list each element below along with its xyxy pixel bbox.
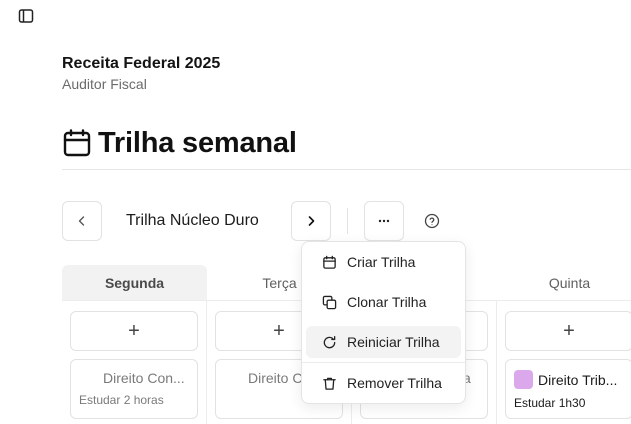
sidebar-toggle-button[interactable] <box>18 8 34 24</box>
page-title-text: Trilha semanal <box>98 126 297 159</box>
copy-icon <box>322 295 337 309</box>
activity-card-subtitle: Estudar 1h30 <box>514 396 586 410</box>
chevron-right-icon <box>308 216 315 226</box>
contest-name: Receita Federal 2025 <box>62 55 221 72</box>
menu-item-label: Reiniciar Trilha <box>347 334 440 350</box>
menu-item-clonar-trilha[interactable]: Clonar Trilha <box>306 286 461 318</box>
activity-card[interactable]: Direito Con... Estudar 2 horas <box>70 359 198 419</box>
track-options-menu: Criar Trilha Clonar Trilha Reiniciar Tri… <box>301 241 466 404</box>
activity-card-title: Direito Trib... <box>538 371 618 388</box>
panel-left-icon <box>18 9 34 23</box>
subject-color-swatch <box>514 370 533 389</box>
track-name: Trilha Núcleo Duro <box>126 212 259 229</box>
menu-item-label: Criar Trilha <box>347 254 416 270</box>
rotate-cw-icon <box>323 335 336 348</box>
activity-card-subtitle: Estudar 2 horas <box>79 393 164 407</box>
more-horizontal-icon <box>378 219 390 223</box>
column-divider <box>496 300 497 424</box>
activity-card[interactable]: Direito Trib... Estudar 1h30 <box>505 359 631 419</box>
toolbar-separator <box>347 208 348 234</box>
column-divider <box>206 300 207 424</box>
menu-item-label: Remover Trilha <box>347 375 442 391</box>
contest-role: Auditor Fiscal <box>62 76 147 92</box>
page-title: Trilha semanal <box>62 124 297 162</box>
menu-item-label: Clonar Trilha <box>347 294 427 310</box>
menu-item-reiniciar-trilha[interactable]: Reiniciar Trilha <box>306 326 461 358</box>
menu-separator <box>302 362 465 363</box>
help-circle-icon <box>424 213 440 229</box>
chevron-left-icon <box>78 216 85 226</box>
next-track-button[interactable] <box>291 201 331 241</box>
more-options-button[interactable] <box>364 201 404 241</box>
day-header-segunda[interactable]: Segunda <box>62 265 207 301</box>
add-activity-button-segunda[interactable]: + <box>70 311 198 351</box>
add-activity-button-quinta[interactable]: + <box>505 311 631 351</box>
day-header-quinta[interactable]: Quinta <box>497 265 631 301</box>
trash-icon <box>323 377 336 390</box>
previous-track-button[interactable] <box>62 201 102 241</box>
help-button[interactable] <box>424 213 440 229</box>
calendar-icon <box>323 255 336 269</box>
activity-card-title: Direito Con... <box>103 370 185 386</box>
calendar-icon <box>63 129 91 157</box>
menu-item-remover-trilha[interactable]: Remover Trilha <box>306 367 461 399</box>
menu-item-criar-trilha[interactable]: Criar Trilha <box>306 246 461 278</box>
title-divider <box>62 169 631 170</box>
